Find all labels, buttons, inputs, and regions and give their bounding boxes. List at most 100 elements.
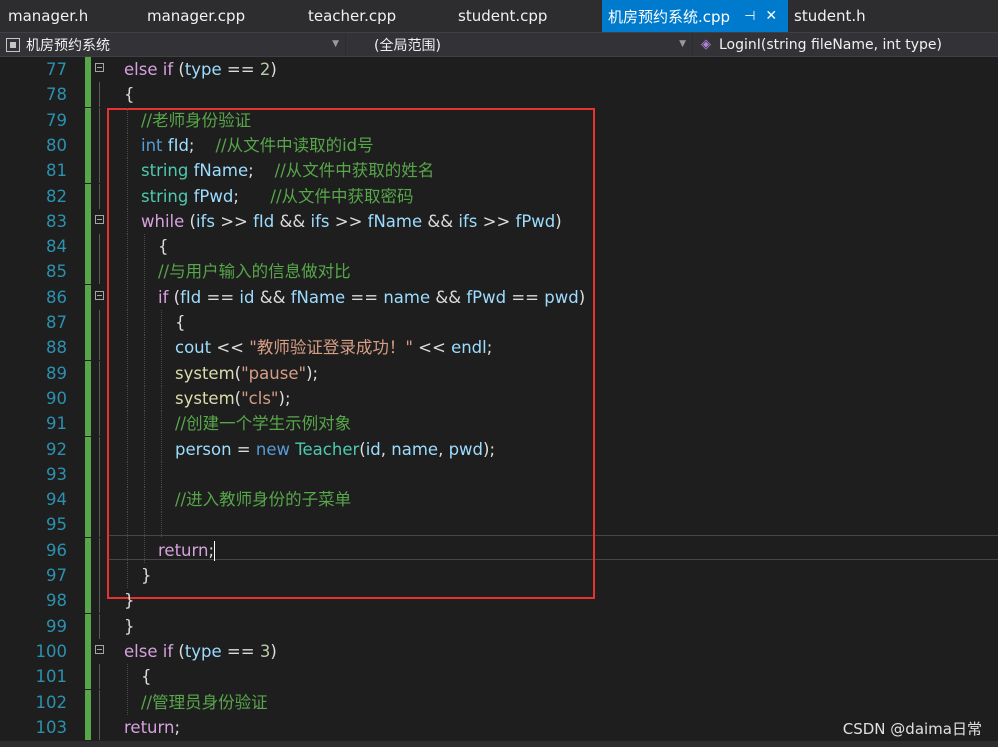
line-number: 95 — [46, 515, 67, 535]
code-line[interactable]: 79 //老师身份验证 — [0, 107, 998, 133]
code-line[interactable]: 81 string fName; //从文件中获取的姓名 — [0, 158, 998, 184]
code-line[interactable]: 92 person = new Teacher(id, name, pwd); — [0, 436, 998, 462]
indent-guide — [127, 107, 128, 133]
code-token: && — [254, 287, 291, 307]
code-text: return; — [158, 538, 216, 563]
indent-guide — [127, 335, 128, 361]
collapse-icon[interactable] — [95, 63, 104, 72]
change-indicator — [85, 689, 91, 715]
indent-guide — [161, 360, 162, 386]
code-token: endl — [451, 338, 487, 358]
line-number: 83 — [46, 211, 67, 231]
code-token: << — [412, 338, 452, 358]
code-line[interactable]: 86 if (fId == id && fName == name && fPwd… — [0, 284, 998, 310]
change-indicator — [85, 664, 91, 690]
code-text: //进入教师身份的子菜单 — [175, 487, 351, 512]
code-line[interactable]: 90 system("cls"); — [0, 385, 998, 411]
change-indicator — [85, 310, 91, 335]
indent-guide — [161, 487, 162, 513]
code-token: //从文件中获取的姓名 — [274, 161, 435, 181]
code-line[interactable]: 91 //创建一个学生示例对象 — [0, 411, 998, 437]
tab-label: 机房预约系统.cpp — [608, 7, 731, 26]
code-line[interactable]: 77 else if (type == 2) — [0, 57, 998, 82]
member-dropdown[interactable]: ◈ LoginI(string fileName, int type) — [693, 33, 998, 56]
code-text: } — [124, 614, 135, 639]
code-line[interactable]: 83 while (ifs >> fId && ifs >> fName && i… — [0, 208, 998, 234]
tab-main-cpp[interactable]: 机房预约系统.cpp ⊣ ✕ — [602, 0, 788, 32]
code-line[interactable]: 101 { — [0, 664, 998, 690]
indent-guide — [127, 436, 128, 462]
member-name: LoginI(string fileName, int type) — [719, 36, 942, 53]
code-token: fId — [167, 135, 189, 155]
code-token: 3 — [259, 641, 271, 661]
code-token: string — [141, 161, 189, 181]
code-line[interactable]: 85 //与用户输入的信息做对比 — [0, 259, 998, 285]
tab-manager-h[interactable]: manager.h — [0, 0, 120, 32]
code-token: //从文件中读取的id号 — [215, 135, 374, 155]
code-token: = — [231, 439, 256, 459]
collapse-icon[interactable] — [95, 214, 104, 224]
line-number: 93 — [46, 464, 67, 484]
tab-teacher-cpp[interactable]: teacher.cpp — [280, 0, 430, 32]
code-line[interactable]: 80 int fId; //从文件中读取的id号 — [0, 132, 998, 158]
indent-guide — [127, 158, 128, 184]
change-indicator — [85, 183, 91, 209]
code-token: ) — [578, 287, 586, 307]
code-editor[interactable]: CSDN @daima日常 77 else if (type == 2) 78{79… — [0, 57, 998, 741]
code-line[interactable]: 96 return; — [0, 537, 998, 563]
code-line[interactable]: 89 system("pause"); — [0, 360, 998, 386]
project-dropdown[interactable]: 机房预约系统 ▼ — [0, 33, 345, 56]
fold-guide — [99, 259, 100, 285]
indent-guide — [161, 461, 162, 487]
code-line[interactable]: 98} — [0, 588, 998, 614]
scope-dropdown[interactable]: (全局范围) ▼ — [346, 33, 692, 56]
change-indicator — [85, 537, 91, 563]
tab-student-h[interactable]: student.h — [788, 0, 908, 32]
tab-manager-cpp[interactable]: manager.cpp — [120, 0, 280, 32]
indent-guide — [144, 310, 145, 335]
code-line[interactable]: 95 — [0, 512, 998, 538]
change-indicator — [85, 512, 91, 538]
fold-guide — [99, 512, 100, 538]
line-number: 90 — [46, 388, 67, 408]
code-line[interactable]: 78 { — [0, 82, 998, 108]
code-token: Teacher — [295, 439, 360, 459]
code-text: person = new Teacher(id, name, pwd); — [175, 437, 495, 462]
code-token: cout — [175, 338, 212, 358]
code-token: fId — [180, 287, 202, 307]
chevron-down-icon: ▼ — [679, 39, 686, 49]
tab-student-cpp[interactable]: student.cpp — [430, 0, 602, 32]
code-token: { — [175, 313, 186, 332]
code-token: //创建一个学生示例对象 — [175, 414, 352, 434]
code-line[interactable]: 82 string fPwd; //从文件中获取密码 — [0, 183, 998, 209]
code-token: return — [124, 717, 175, 737]
code-line[interactable]: 97} — [0, 563, 998, 588]
code-line[interactable]: 100 else if (type == 3) — [0, 638, 998, 664]
code-token: pwd — [448, 439, 484, 459]
code-line[interactable]: 102 //管理员身份验证 — [0, 689, 998, 715]
code-line[interactable]: 103 return; — [0, 714, 998, 740]
code-text: { — [158, 234, 169, 259]
code-token: ifs — [310, 211, 330, 231]
code-token: , — [438, 439, 449, 459]
pin-icon[interactable]: ⊣ — [744, 9, 755, 24]
code-token: else if — [124, 60, 174, 79]
code-token: return — [158, 540, 209, 560]
code-token: system — [175, 388, 235, 408]
code-line[interactable]: 93 — [0, 461, 998, 487]
code-token: //老师身份验证 — [141, 110, 252, 130]
code-line[interactable]: 94 //进入教师身份的子菜单 — [0, 487, 998, 513]
line-number: 88 — [46, 338, 67, 358]
code-line[interactable]: 87 { — [0, 310, 998, 335]
code-line[interactable]: 99} — [0, 613, 998, 639]
code-line[interactable]: 84 { — [0, 234, 998, 260]
code-token: //与用户输入的信息做对比 — [158, 262, 351, 282]
collapse-icon[interactable] — [95, 290, 104, 300]
code-line[interactable]: 88 cout << "教师验证登录成功！" << endl; — [0, 335, 998, 361]
line-number: 100 — [35, 641, 68, 661]
code-token: id — [239, 287, 255, 307]
close-icon[interactable]: ✕ — [765, 8, 777, 24]
fold-guide — [99, 664, 100, 690]
collapse-icon[interactable] — [95, 644, 104, 654]
code-text: } — [141, 563, 152, 588]
